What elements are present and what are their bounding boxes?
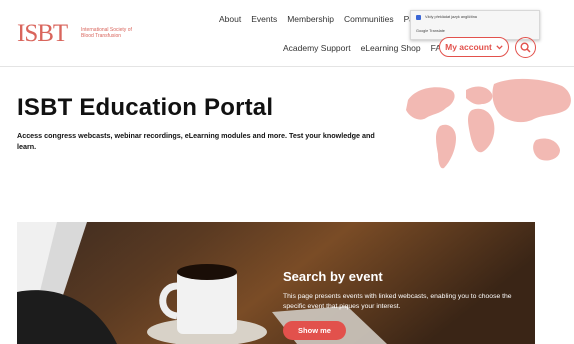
coffee-photo (17, 222, 535, 344)
nav-events[interactable]: Events (251, 14, 277, 24)
search-by-event-banner: Search by event This page presents event… (17, 222, 535, 344)
world-map (406, 78, 571, 169)
checkbox-icon[interactable] (416, 15, 421, 20)
nav-elearning-shop[interactable]: eLearning Shop (361, 43, 421, 53)
google-translate-popup: Vždy překládat jazyk angličtina Google T… (410, 10, 540, 40)
search-icon (520, 42, 531, 53)
page-title: ISBT Education Portal (17, 94, 274, 121)
nav-communities[interactable]: Communities (344, 14, 394, 24)
my-account-label: My account (445, 42, 492, 52)
my-account-button[interactable]: My account (439, 37, 509, 57)
nav-academy-support[interactable]: Academy Support (283, 43, 351, 53)
page-subtitle: Access congress webcasts, webinar record… (17, 131, 375, 151)
always-translate-option[interactable]: Vždy překládat jazyk angličtina (425, 15, 477, 19)
logo-text: International Society of Blood Transfusi… (81, 27, 132, 39)
top-navigation: About Events Membership Communities Part… (219, 14, 429, 24)
nav-about[interactable]: About (219, 14, 241, 24)
isbt-logo[interactable]: ISBT International Society of Blood Tran… (17, 20, 147, 47)
google-translate-label: Google Translate (416, 29, 445, 33)
search-button[interactable] (515, 37, 536, 58)
banner-title: Search by event (283, 269, 383, 284)
nav-membership[interactable]: Membership (287, 14, 334, 24)
secondary-navigation: Academy Support eLearning Shop FAQ (283, 43, 448, 53)
show-me-button[interactable]: Show me (283, 321, 346, 340)
banner-text: This page presents events with linked we… (283, 293, 512, 310)
logo-mark: ISBT (17, 20, 68, 47)
chevron-down-icon (496, 44, 503, 50)
site-header: ISBT International Society of Blood Tran… (0, 0, 574, 67)
